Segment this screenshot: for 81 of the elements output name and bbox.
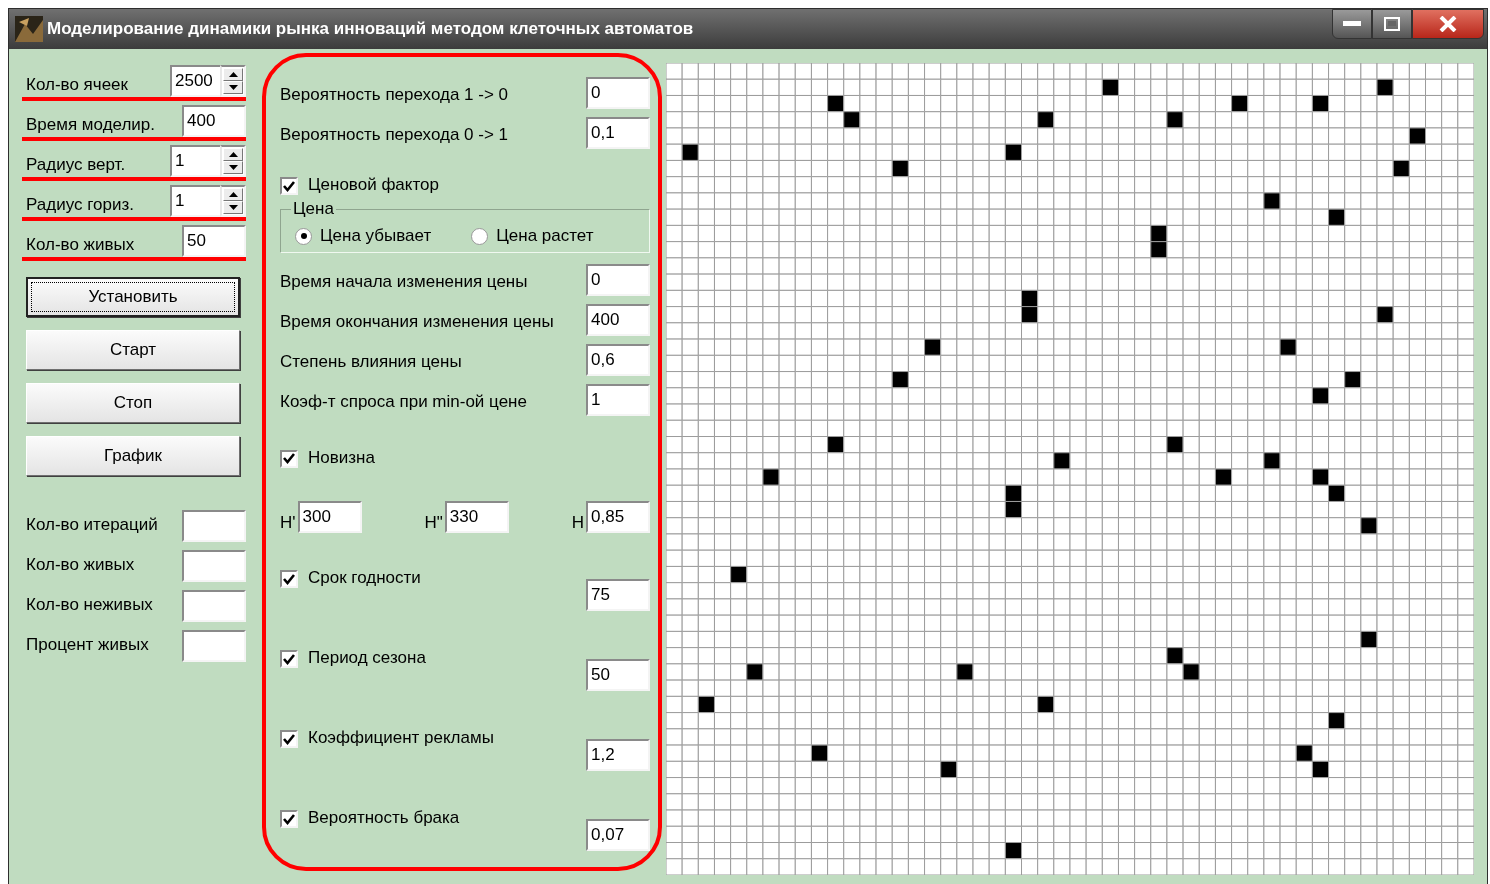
minimize-button[interactable] [1332, 9, 1372, 39]
input-field[interactable]: 1 [586, 384, 650, 416]
input-field[interactable]: 2500 [170, 65, 220, 97]
field-label: Вероятность перехода 0 -> 1 [280, 124, 509, 146]
action-button[interactable]: Старт [26, 330, 240, 370]
checkbox-label: Вероятность брака [308, 808, 460, 829]
input-field[interactable]: 1 [170, 145, 220, 177]
input-field[interactable]: 0,07 [586, 819, 650, 851]
radio-button[interactable] [471, 227, 489, 245]
checkbox-label: Срок годности [308, 568, 421, 589]
close-icon [1439, 16, 1457, 32]
input-field[interactable]: 400 [182, 105, 246, 137]
spin-up-button[interactable] [223, 148, 243, 161]
input-field[interactable]: 0 [586, 77, 650, 109]
action-button[interactable]: График [26, 436, 240, 476]
input-field[interactable] [182, 630, 246, 662]
radio-label: Цена убывает [320, 225, 432, 248]
input-field[interactable] [182, 550, 246, 582]
checkbox[interactable] [280, 730, 298, 748]
input-field[interactable]: 50 [182, 225, 246, 257]
input-field[interactable]: 50 [586, 659, 650, 691]
field-label: Радиус верт. [26, 155, 126, 176]
checkbox-label: Ценовой фактор [308, 175, 439, 196]
field-label: Процент живых [26, 635, 149, 656]
down-arrow-icon [228, 85, 238, 90]
spin-up-button[interactable] [223, 188, 243, 201]
input-field[interactable]: 0,6 [586, 344, 650, 376]
field-label: Степень влияния цены [280, 351, 462, 373]
maximize-icon [1384, 17, 1400, 31]
down-arrow-icon [228, 165, 238, 170]
field-label: H [571, 512, 584, 535]
input-field[interactable]: 300 [297, 501, 362, 533]
field-label: Кол-во ячеек [26, 75, 128, 96]
spin-down-button[interactable] [223, 201, 243, 214]
input-field[interactable]: 0 [586, 264, 650, 296]
input-field[interactable] [182, 510, 246, 542]
input-field[interactable]: 0,1 [586, 117, 650, 149]
field-label: Кол-во итераций [26, 515, 158, 536]
field-label: Кол-во неживых [26, 595, 153, 616]
checkbox[interactable] [280, 570, 298, 588]
checkbox[interactable] [280, 810, 298, 828]
checkbox[interactable] [280, 650, 298, 668]
field-label: Время начала изменения цены [280, 271, 528, 293]
input-field[interactable]: 75 [586, 579, 650, 611]
spin-down-button[interactable] [223, 81, 243, 94]
action-button[interactable]: Установить [26, 277, 240, 317]
input-field[interactable]: 1 [170, 185, 220, 217]
input-field[interactable]: 0,85 [586, 501, 650, 533]
field-label: Кол-во живых [26, 555, 135, 576]
checkbox-label: Период сезона [308, 648, 426, 669]
checkbox[interactable] [280, 177, 298, 195]
down-arrow-icon [228, 205, 238, 210]
checkbox-label: Коэффициент рекламы [308, 728, 494, 749]
minimize-icon [1343, 21, 1361, 27]
group-title: Цена [291, 199, 336, 219]
field-label: Время окончания изменения цены [280, 311, 554, 333]
input-field[interactable]: 400 [586, 304, 650, 336]
field-label: Время моделир. [26, 115, 156, 136]
up-arrow-icon [228, 152, 238, 157]
action-button[interactable]: Стоп [26, 383, 240, 423]
radio-button[interactable] [295, 227, 312, 245]
maximize-button[interactable] [1372, 9, 1412, 39]
spin-up-button[interactable] [223, 68, 243, 81]
app-icon [15, 16, 43, 42]
field-label: Вероятность перехода 1 -> 0 [280, 84, 509, 106]
up-arrow-icon [228, 192, 238, 197]
checkbox-label: Новизна [308, 447, 375, 469]
radio-label: Цена растет [496, 225, 594, 248]
spin-down-button[interactable] [223, 161, 243, 174]
close-button[interactable] [1412, 9, 1484, 39]
input-field[interactable]: 1,2 [586, 739, 650, 771]
field-label: Кол-во живых [26, 235, 135, 256]
field-label: Радиус гориз. [26, 195, 134, 216]
field-label: H' [280, 512, 296, 535]
up-arrow-icon [228, 72, 238, 77]
field-label: H" [424, 512, 443, 535]
field-label: Коэф-т спроса при min-ой цене [280, 391, 527, 413]
window-title: Моделирование динамики рынка инноваций методом клеточных автоматов [47, 18, 694, 41]
input-field[interactable]: 330 [444, 501, 509, 533]
checkbox[interactable] [280, 449, 298, 468]
input-field[interactable] [182, 590, 246, 622]
